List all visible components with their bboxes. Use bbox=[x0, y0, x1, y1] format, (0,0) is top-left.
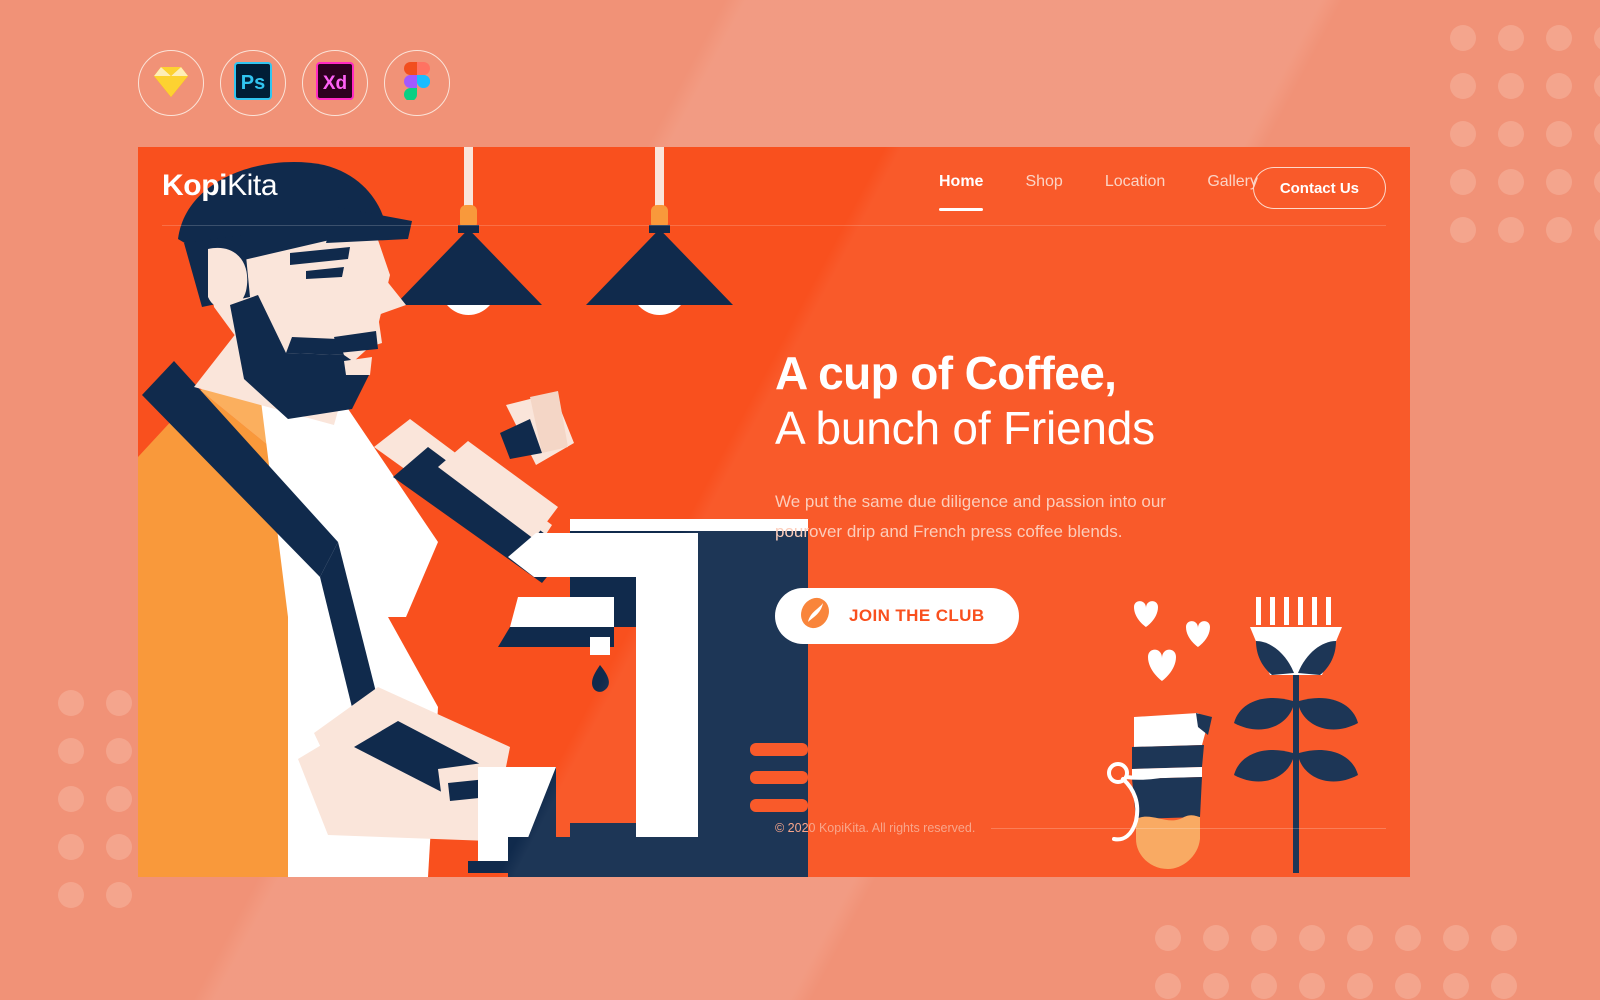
brand-logo[interactable]: KopiKita bbox=[162, 169, 278, 203]
decorative-dot bbox=[1155, 925, 1181, 951]
join-the-club-button[interactable]: JOIN THE CLUB bbox=[775, 587, 1019, 644]
decorative-dot bbox=[1491, 973, 1517, 999]
decorative-dot bbox=[1498, 121, 1524, 147]
decorative-dot bbox=[1498, 73, 1524, 99]
decorative-dot bbox=[1546, 73, 1572, 99]
hero-footer: © 2020 KopiKita. All rights reserved. bbox=[775, 821, 1386, 835]
decorative-dot bbox=[58, 738, 84, 764]
decorative-dot bbox=[1155, 973, 1181, 999]
decorative-dot bbox=[1498, 169, 1524, 195]
decorative-dot bbox=[58, 690, 84, 716]
decorative-dot bbox=[1251, 925, 1277, 951]
decorative-dot bbox=[1546, 217, 1572, 243]
barista-illustration bbox=[138, 162, 808, 877]
dot-grid-top-right bbox=[1450, 25, 1600, 265]
decorative-dot bbox=[1594, 73, 1600, 99]
nav-links: Home Shop Location Gallery bbox=[938, 173, 1258, 211]
nav-item-shop[interactable]: Shop bbox=[1025, 173, 1062, 197]
svg-text:Ps: Ps bbox=[241, 72, 265, 94]
decorative-dot bbox=[1443, 973, 1469, 999]
decorative-dot bbox=[1203, 925, 1229, 951]
hero-card: KopiKita Home Shop Location Gallery Cont… bbox=[138, 147, 1410, 877]
brand-name-bold: Kopi bbox=[162, 169, 228, 202]
copyright-text: © 2020 KopiKita. All rights reserved. bbox=[775, 821, 976, 835]
join-the-club-label: JOIN THE CLUB bbox=[849, 605, 985, 625]
decorative-dot bbox=[1498, 217, 1524, 243]
decorative-dot bbox=[1395, 925, 1421, 951]
footer-divider bbox=[991, 827, 1386, 829]
sketch-icon bbox=[153, 64, 189, 103]
coffee-bean-icon bbox=[797, 595, 833, 636]
hero-copy: A cup of Coffee, A bunch of Friends We p… bbox=[775, 347, 1335, 644]
decorative-dot bbox=[106, 690, 132, 716]
decorative-dot bbox=[58, 882, 84, 908]
decorative-dot bbox=[106, 738, 132, 764]
decorative-dot bbox=[58, 786, 84, 812]
decorative-dot bbox=[1594, 217, 1600, 243]
dot-grid-bottom bbox=[1155, 925, 1539, 1000]
adobe-xd-icon: Xd bbox=[316, 61, 354, 105]
decorative-dot bbox=[1251, 973, 1277, 999]
decorative-dot bbox=[106, 786, 132, 812]
decorative-dot bbox=[1450, 217, 1476, 243]
decorative-dot bbox=[1450, 73, 1476, 99]
decorative-dot bbox=[1594, 25, 1600, 51]
photoshop-chip[interactable]: Ps bbox=[220, 50, 286, 116]
decorative-dot bbox=[1203, 973, 1229, 999]
decorative-dot bbox=[1299, 973, 1325, 999]
figma-icon bbox=[404, 61, 430, 105]
navbar: KopiKita Home Shop Location Gallery Cont… bbox=[138, 147, 1410, 225]
svg-text:Xd: Xd bbox=[323, 73, 347, 94]
headline-secondary: A bunch of Friends bbox=[775, 402, 1155, 455]
decorative-dot bbox=[1395, 973, 1421, 999]
decorative-dot bbox=[1594, 121, 1600, 147]
adobe-xd-chip[interactable]: Xd bbox=[302, 50, 368, 116]
decorative-dot bbox=[1299, 925, 1325, 951]
sketch-chip[interactable] bbox=[138, 50, 204, 116]
decorative-dot bbox=[1347, 973, 1373, 999]
decorative-dot bbox=[1450, 25, 1476, 51]
nav-item-gallery[interactable]: Gallery bbox=[1207, 173, 1258, 197]
decorative-dot bbox=[1546, 25, 1572, 51]
decorative-dot bbox=[1546, 169, 1572, 195]
decorative-dot bbox=[106, 882, 132, 908]
decorative-dot bbox=[1594, 169, 1600, 195]
decorative-dot bbox=[1546, 121, 1572, 147]
nav-item-home[interactable]: Home bbox=[938, 173, 984, 211]
decorative-dot bbox=[1450, 121, 1476, 147]
nav-item-location[interactable]: Location bbox=[1105, 173, 1166, 197]
design-tool-badges: Ps Xd bbox=[138, 50, 450, 116]
hero-subcopy: We put the same due diligence and passio… bbox=[775, 492, 1166, 541]
brand-name-light: Kita bbox=[227, 169, 278, 202]
decorative-dot bbox=[58, 834, 84, 860]
decorative-dot bbox=[1443, 925, 1469, 951]
photoshop-icon: Ps bbox=[234, 61, 272, 105]
headline-primary: A cup of Coffee, bbox=[775, 347, 1117, 399]
navbar-divider bbox=[162, 225, 1386, 226]
decorative-dot bbox=[1491, 925, 1517, 951]
contact-us-button[interactable]: Contact Us bbox=[1252, 167, 1386, 209]
decorative-dot bbox=[1347, 925, 1373, 951]
page-canvas: Ps Xd KopiKita Home Shop Location Galler… bbox=[0, 0, 1600, 1000]
figma-chip[interactable] bbox=[384, 50, 450, 116]
decorative-dot bbox=[106, 834, 132, 860]
decorative-dot bbox=[1450, 169, 1476, 195]
decorative-dot bbox=[1498, 25, 1524, 51]
